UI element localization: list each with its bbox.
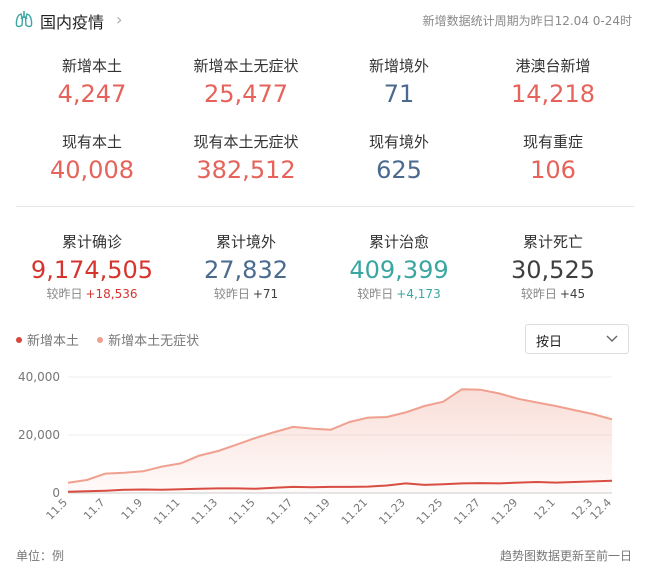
select-value: 按日: [536, 335, 563, 350]
stat-value: 40,008: [50, 156, 134, 184]
x-tick-label: 11.15: [226, 496, 257, 527]
page-title[interactable]: 国内疫情: [40, 9, 104, 33]
stat-label: 新增境外: [368, 57, 429, 75]
stat-total-cured: 累计治愈 409,399 较昨日 +4,173: [324, 231, 474, 302]
unit-note: 单位：例: [16, 549, 65, 563]
x-tick-label: 12.1: [531, 496, 558, 523]
legend-dot-icon: [16, 336, 22, 343]
y-tick-label: 40,000: [18, 370, 60, 384]
diff-label: 较昨日: [357, 287, 394, 301]
x-tick-label: 11.25: [414, 496, 445, 527]
x-tick-label: 12.4: [588, 496, 615, 523]
stat-diff: 较昨日 +45: [478, 285, 628, 302]
stat-value: 409,399: [349, 256, 449, 284]
diff-value: +4,173: [396, 287, 441, 301]
divider: [16, 206, 634, 207]
stat-value: 382,512: [196, 156, 296, 184]
legend-label: 新增本土: [27, 334, 80, 349]
stat-value: 25,477: [204, 80, 288, 108]
stat-label: 现有重症: [522, 133, 583, 151]
stat-label: 港澳台新增: [515, 57, 591, 75]
stat-new-local-asymptomatic: 新增本土无症状 25,477: [171, 55, 321, 108]
stat-current-local: 现有本土 40,008: [17, 131, 167, 184]
stat-current-local-asymptomatic: 现有本土无症状 382,512: [171, 131, 321, 184]
stat-diff: 较昨日 +4,173: [324, 285, 474, 302]
legend-dot-icon: [97, 336, 104, 343]
stat-value: 71: [383, 80, 415, 108]
stat-value: 27,832: [204, 256, 288, 284]
trend-chart: 020,00040,00011.5 11.7 11.9 11.11 11.13 11.15…: [18, 370, 615, 527]
data-period-note: 新增数据统计周期为昨日12.04 0-24时: [422, 14, 632, 28]
stat-label: 累计境外: [215, 233, 276, 251]
lungs-icon: [15, 11, 33, 28]
x-tick-label: 11.21: [339, 496, 370, 527]
x-tick-label: 11.13: [189, 496, 220, 527]
diff-label: 较昨日: [520, 287, 557, 301]
stat-value: 30,525: [511, 256, 595, 284]
stat-current-severe: 现有重症 106: [478, 131, 628, 184]
stat-diff: 较昨日 +71: [171, 285, 321, 302]
stat-label: 新增本土: [61, 57, 122, 75]
stat-value: 14,218: [511, 80, 595, 108]
legend-item-new-asymptomatic[interactable]: 新增本土无症状: [97, 330, 199, 349]
x-tick-label: 11.23: [376, 496, 407, 527]
y-tick-label: 20,000: [18, 428, 60, 442]
stat-label: 新增本土无症状: [193, 57, 299, 75]
stat-total-confirmed: 累计确诊 9,174,505 较昨日 +18,536: [17, 231, 167, 302]
stat-label: 现有本土无症状: [193, 133, 299, 151]
x-tick-label: 11.19: [301, 496, 332, 527]
update-note: 趋势图数据更新至前一日: [499, 549, 632, 563]
diff-label: 较昨日: [46, 287, 83, 301]
stat-value: 625: [376, 156, 422, 184]
x-tick-label: 11.5: [44, 496, 71, 523]
diff-label: 较昨日: [213, 287, 250, 301]
diff-value: +45: [559, 287, 586, 301]
diff-value: +71: [252, 287, 279, 301]
legend-label: 新增本土无症状: [108, 334, 200, 349]
header: 国内疫情 › 新增数据统计周期为昨日12.04 0-24时: [0, 0, 650, 40]
series-area-asymptomatic: [68, 389, 612, 493]
stat-total-imported: 累计境外 27,832 较昨日 +71: [171, 231, 321, 302]
stat-label: 累计确诊: [61, 233, 122, 251]
x-tick-label: 11.29: [489, 496, 520, 527]
x-tick-label: 11.9: [119, 496, 146, 523]
stat-value: 9,174,505: [30, 256, 154, 284]
stat-value: 4,247: [57, 80, 127, 108]
granularity-select[interactable]: 按日: [525, 324, 629, 354]
chevron-right-icon[interactable]: ›: [116, 10, 122, 29]
stat-label: 累计死亡: [522, 233, 583, 251]
stat-new-local: 新增本土 4,247: [17, 55, 167, 108]
x-tick-label: 11.17: [264, 496, 295, 527]
legend-item-new-local[interactable]: 新增本土: [16, 330, 79, 349]
stat-label: 现有本土: [61, 133, 122, 151]
stat-current-imported: 现有境外 625: [324, 131, 474, 184]
stat-new-imported: 新增境外 71: [324, 55, 474, 108]
x-tick-label: 11.27: [451, 496, 482, 527]
chevron-down-icon: [606, 335, 618, 342]
stat-diff: 较昨日 +18,536: [17, 285, 167, 302]
chart-legend: 新增本土 新增本土无症状: [16, 330, 213, 349]
x-tick-label: 11.11: [151, 496, 182, 527]
stat-total-deaths: 累计死亡 30,525 较昨日 +45: [478, 231, 628, 302]
stat-value: 106: [530, 156, 576, 184]
diff-value: +18,536: [85, 287, 138, 301]
stat-label: 现有境外: [368, 133, 429, 151]
stat-label: 累计治愈: [368, 233, 429, 251]
stat-new-hk-macao-tw: 港澳台新增 14,218: [478, 55, 628, 108]
x-tick-label: 11.7: [81, 496, 108, 523]
